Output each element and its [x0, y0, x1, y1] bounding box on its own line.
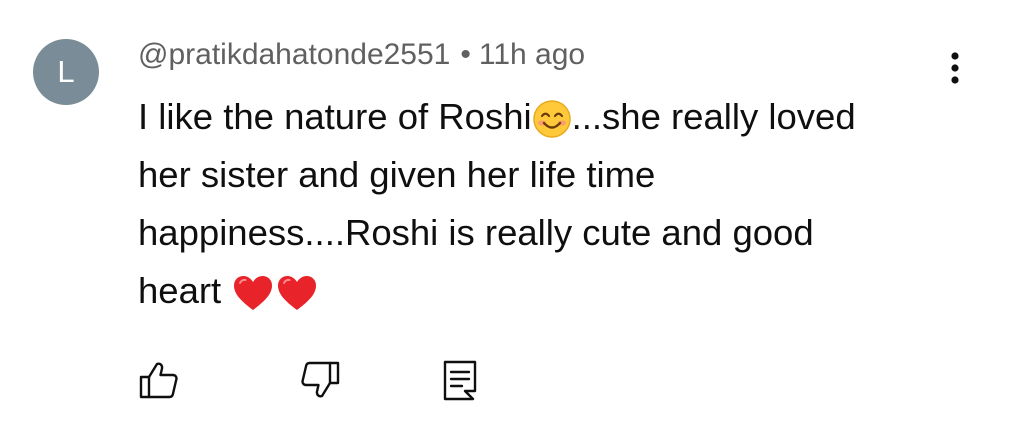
- avatar[interactable]: L: [33, 39, 99, 105]
- comment-item: L @pratikdahatonde2551 • 11h ago I like th…: [0, 0, 1024, 429]
- comment-text-part1: I like the nature of Roshi: [138, 96, 532, 137]
- username[interactable]: @pratikdahatonde2551: [138, 38, 450, 71]
- red-heart-emoji: [231, 273, 275, 313]
- timestamp[interactable]: 11h ago: [479, 38, 585, 71]
- comment-meta: @pratikdahatonde2551 • 11h ago: [138, 38, 585, 72]
- more-vertical-icon[interactable]: [940, 50, 970, 90]
- dislike-button[interactable]: [298, 358, 342, 402]
- red-heart-emoji: [275, 273, 319, 313]
- avatar-letter: L: [57, 54, 75, 89]
- thumbs-up-icon: [139, 362, 178, 399]
- separator: •: [460, 38, 471, 71]
- smiling-face-emoji: [532, 99, 572, 139]
- reply-button[interactable]: [438, 358, 482, 402]
- thumbs-down-icon: [301, 361, 340, 398]
- reply-comment-icon: [443, 360, 477, 401]
- comment-text: I like the nature of Roshi ...she really…: [138, 88, 948, 320]
- like-button[interactable]: [137, 358, 181, 402]
